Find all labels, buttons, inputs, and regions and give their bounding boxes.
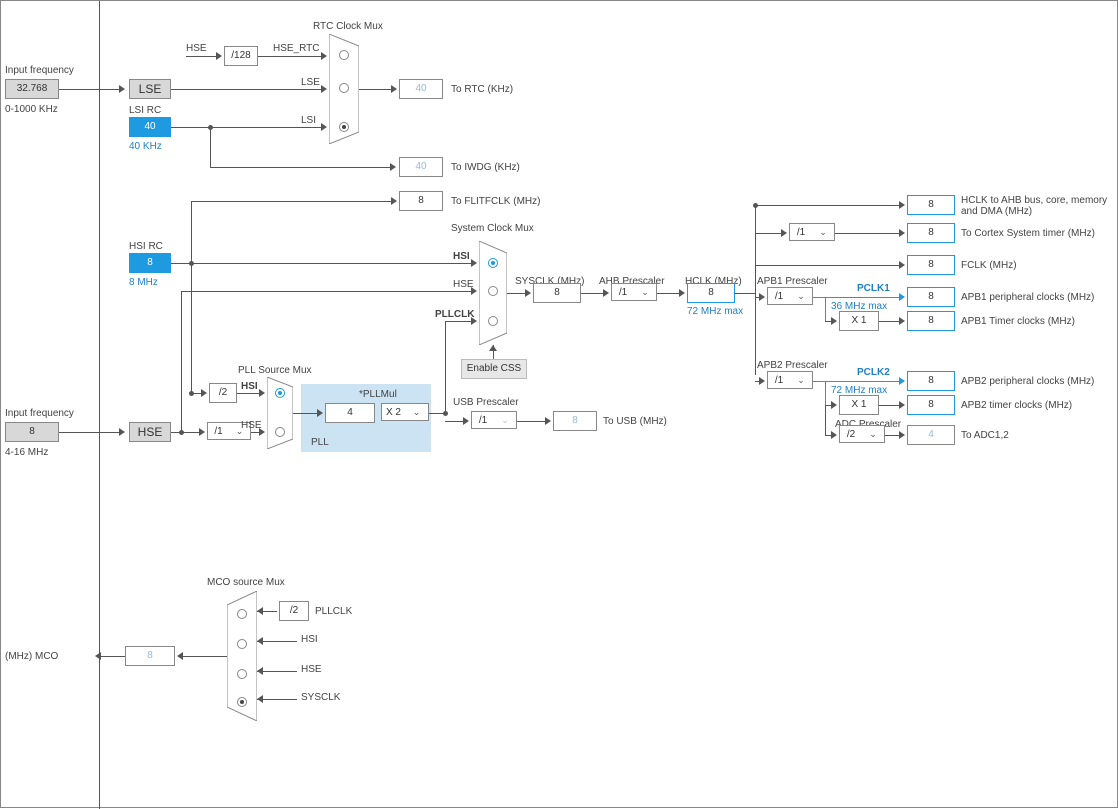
pll-src-title: PLL Source Mux bbox=[238, 365, 312, 376]
rtc-mux[interactable] bbox=[329, 34, 359, 144]
mco-out: 8 bbox=[125, 646, 175, 666]
input-freq-label: Input frequency bbox=[5, 65, 74, 76]
cortex-div-select[interactable]: /1⌄ bbox=[789, 223, 835, 241]
input-freq-label-2: Input frequency bbox=[5, 408, 74, 419]
pll-hsi-label: HSI bbox=[241, 381, 258, 392]
lsi-label-mux: LSI bbox=[301, 115, 316, 126]
out-hclk-ahb: 8 bbox=[907, 195, 955, 215]
rtc-out-label: To RTC (KHz) bbox=[451, 84, 513, 95]
apb1-title: APB1 Prescaler bbox=[757, 276, 828, 287]
sys-mux-title: System Clock Mux bbox=[451, 223, 534, 234]
pll-src-mux[interactable] bbox=[267, 377, 293, 449]
mco-mux[interactable] bbox=[227, 591, 257, 721]
usb-val: 8 bbox=[553, 411, 597, 431]
pll-div2: /2 bbox=[209, 383, 237, 403]
iwdg-val: 40 bbox=[399, 157, 443, 177]
sys-mux-hsi[interactable] bbox=[488, 258, 498, 268]
flit-val: 8 bbox=[399, 191, 443, 211]
mco-hse-lbl: HSE bbox=[301, 664, 322, 675]
hsi-note: 8 MHz bbox=[129, 277, 158, 288]
pll-hse-label: HSE bbox=[241, 420, 262, 431]
sysclk-val[interactable]: 8 bbox=[533, 283, 581, 303]
mco-hsi-lbl: HSI bbox=[301, 634, 318, 645]
mco-hsi[interactable] bbox=[237, 639, 247, 649]
sys-mux[interactable] bbox=[479, 241, 507, 345]
hsi-label: HSI RC bbox=[129, 241, 163, 252]
rtc-mux-lsi[interactable] bbox=[339, 122, 349, 132]
hclk-note: 72 MHz max bbox=[687, 306, 743, 317]
apb2-timer-val: 8 bbox=[907, 395, 955, 415]
apb2-timer-label: APB2 timer clocks (MHz) bbox=[961, 400, 1072, 411]
apb2-periph-label: APB2 peripheral clocks (MHz) bbox=[961, 376, 1094, 387]
adc-label: To ADC1,2 bbox=[961, 430, 1009, 441]
enable-css-button[interactable]: Enable CSS bbox=[461, 359, 527, 379]
pll-input-val[interactable]: 4 bbox=[325, 403, 375, 423]
out-fclk-label: FCLK (MHz) bbox=[961, 260, 1017, 271]
mco-sysclk-lbl: SYSCLK bbox=[301, 692, 340, 703]
apb1-pclk: PCLK1 bbox=[857, 283, 890, 294]
mco-pll-lbl: PLLCLK bbox=[315, 606, 352, 617]
iwdg-label: To IWDG (KHz) bbox=[451, 162, 520, 173]
adc-div-select[interactable]: /2⌄ bbox=[839, 425, 885, 443]
mco-title: MCO source Mux bbox=[207, 577, 285, 588]
mco-hse[interactable] bbox=[237, 669, 247, 679]
lsi-note: 40 KHz bbox=[129, 141, 162, 152]
hsi-value: 8 bbox=[129, 253, 171, 273]
apb1-timer-label: APB1 Timer clocks (MHz) bbox=[961, 316, 1075, 327]
mco-div2: /2 bbox=[279, 601, 309, 621]
out-hclk-ahb-label: HCLK to AHB bus, core, memory and DMA (M… bbox=[961, 195, 1111, 217]
apb2-div-select[interactable]: /1⌄ bbox=[767, 371, 813, 389]
sys-mux-hse[interactable] bbox=[488, 286, 498, 296]
pll-src-hsi[interactable] bbox=[275, 388, 285, 398]
adc-val: 4 bbox=[907, 425, 955, 445]
apb2-periph-val: 8 bbox=[907, 371, 955, 391]
lse-source[interactable]: LSE bbox=[129, 79, 171, 99]
hse-source[interactable]: HSE bbox=[129, 422, 171, 442]
lsi-label: LSI RC bbox=[129, 105, 161, 116]
sysmux-hsi-label: HSI bbox=[453, 251, 470, 262]
rtc-mux-lse[interactable] bbox=[339, 83, 349, 93]
out-cortex-val: 8 bbox=[907, 223, 955, 243]
rtc-out: 40 bbox=[399, 79, 443, 99]
lsi-value: 40 bbox=[129, 117, 171, 137]
hse-rtc-sig: HSE_RTC bbox=[273, 43, 320, 54]
apb1-periph-val: 8 bbox=[907, 287, 955, 307]
sysmux-hse-label: HSE bbox=[453, 279, 474, 290]
apb1-div-select[interactable]: /1⌄ bbox=[767, 287, 813, 305]
hse-input-freq[interactable]: 8 bbox=[5, 422, 59, 442]
pll-mul-label: *PLLMul bbox=[359, 389, 397, 400]
clock-config-canvas: Input frequency 32.768 0-1000 KHz Input … bbox=[0, 0, 1118, 808]
apb1-timer-val: 8 bbox=[907, 311, 955, 331]
flit-label: To FLITFCLK (MHz) bbox=[451, 196, 540, 207]
apb2-title: APB2 Prescaler bbox=[757, 360, 828, 371]
hse-rtc-div: /128 bbox=[224, 46, 258, 66]
pll-src-hse[interactable] bbox=[275, 427, 285, 437]
mco-sysclk[interactable] bbox=[237, 697, 247, 707]
rtc-mux-title: RTC Clock Mux bbox=[313, 21, 383, 32]
sysmux-pll-label: PLLCLK bbox=[435, 309, 474, 320]
hse-range: 4-16 MHz bbox=[5, 447, 48, 458]
mco-pll[interactable] bbox=[237, 609, 247, 619]
mco-label: (MHz) MCO bbox=[5, 651, 58, 662]
lse-input-freq[interactable]: 32.768 bbox=[5, 79, 59, 99]
pll-name: PLL bbox=[311, 437, 329, 448]
hse-rtc-label: HSE bbox=[186, 43, 207, 54]
usb-div-select[interactable]: /1⌄ bbox=[471, 411, 517, 429]
hclk-val[interactable]: 8 bbox=[687, 283, 735, 303]
apb1-periph-label: APB1 peripheral clocks (MHz) bbox=[961, 292, 1094, 303]
apb1-timer-mul: X 1 bbox=[839, 311, 879, 331]
divider bbox=[99, 1, 100, 809]
pll-mul-select[interactable]: X 2⌄ bbox=[381, 403, 429, 421]
sys-mux-pll[interactable] bbox=[488, 316, 498, 326]
out-cortex-label: To Cortex System timer (MHz) bbox=[961, 228, 1095, 239]
rtc-mux-hse[interactable] bbox=[339, 50, 349, 60]
apb2-timer-mul: X 1 bbox=[839, 395, 879, 415]
usb-title: USB Prescaler bbox=[453, 397, 519, 408]
lse-range: 0-1000 KHz bbox=[5, 104, 58, 115]
usb-label: To USB (MHz) bbox=[603, 416, 667, 427]
lse-label: LSE bbox=[301, 77, 320, 88]
ahb-select[interactable]: /1⌄ bbox=[611, 283, 657, 301]
out-fclk-val: 8 bbox=[907, 255, 955, 275]
apb2-pclk: PCLK2 bbox=[857, 367, 890, 378]
